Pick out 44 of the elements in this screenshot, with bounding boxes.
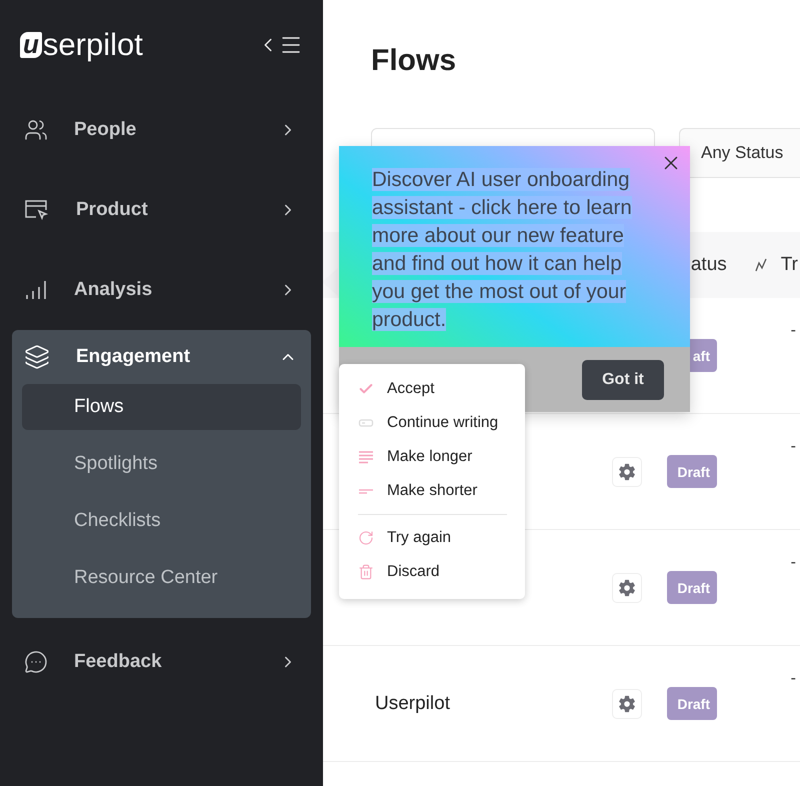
settings-button[interactable] — [612, 572, 642, 602]
menu-item[interactable]: Try again — [339, 521, 525, 555]
settings-icon — [618, 694, 636, 712]
status-badge: Draft — [667, 455, 717, 488]
table-cell: - — [790, 322, 796, 340]
page-title: Flows — [370, 43, 458, 79]
nav-subitem[interactable]: Checklists — [22, 498, 301, 544]
nav-subitem[interactable]: Resource Center — [22, 555, 301, 601]
table-cell: - — [790, 438, 796, 456]
retry-icon — [358, 530, 374, 546]
nav-subitem[interactable]: Flows — [22, 384, 301, 430]
trash-icon — [358, 564, 374, 580]
got-it-button[interactable]: Got it — [582, 360, 664, 400]
bar-chart-icon — [24, 278, 48, 302]
nav-item[interactable]: Analysis — [12, 250, 311, 330]
menu-item[interactable]: Accept — [339, 372, 525, 406]
menu-item[interactable]: Make longer — [339, 440, 525, 474]
settings-icon — [618, 462, 636, 480]
nav-item[interactable]: Product — [12, 170, 311, 250]
people-icon — [24, 118, 48, 142]
layers-icon — [24, 344, 50, 370]
status-badge: Draft — [667, 571, 717, 604]
menu-item[interactable]: Make shorter — [339, 474, 525, 508]
window-cursor-icon — [24, 198, 50, 222]
settings-button[interactable] — [612, 456, 642, 486]
chat-bubble-icon — [24, 650, 48, 674]
lines-icon — [358, 449, 374, 465]
settings-icon — [618, 578, 636, 596]
nav-subitem[interactable]: Spotlights — [22, 441, 301, 487]
column-header[interactable]: Tr — [780, 254, 798, 276]
userpilot-logo: userpilot — [20, 27, 143, 63]
trigger-icon — [754, 258, 767, 272]
menu-item[interactable]: Discard — [339, 555, 525, 589]
flow-name: Userpilot — [375, 692, 451, 714]
nav-item[interactable]: Engagement — [12, 330, 311, 384]
settings-button[interactable] — [612, 688, 642, 718]
table-cell: - — [790, 554, 796, 572]
nav-item[interactable]: People — [12, 90, 311, 170]
nav-item[interactable]: Feedback — [12, 622, 311, 702]
status-dropdown[interactable]: Any Status — [679, 128, 800, 178]
table-cell: - — [790, 670, 796, 688]
status-badge: Draft — [667, 687, 717, 720]
column-header[interactable]: atus — [690, 254, 727, 276]
menu-item[interactable]: Continue writing — [339, 406, 525, 440]
